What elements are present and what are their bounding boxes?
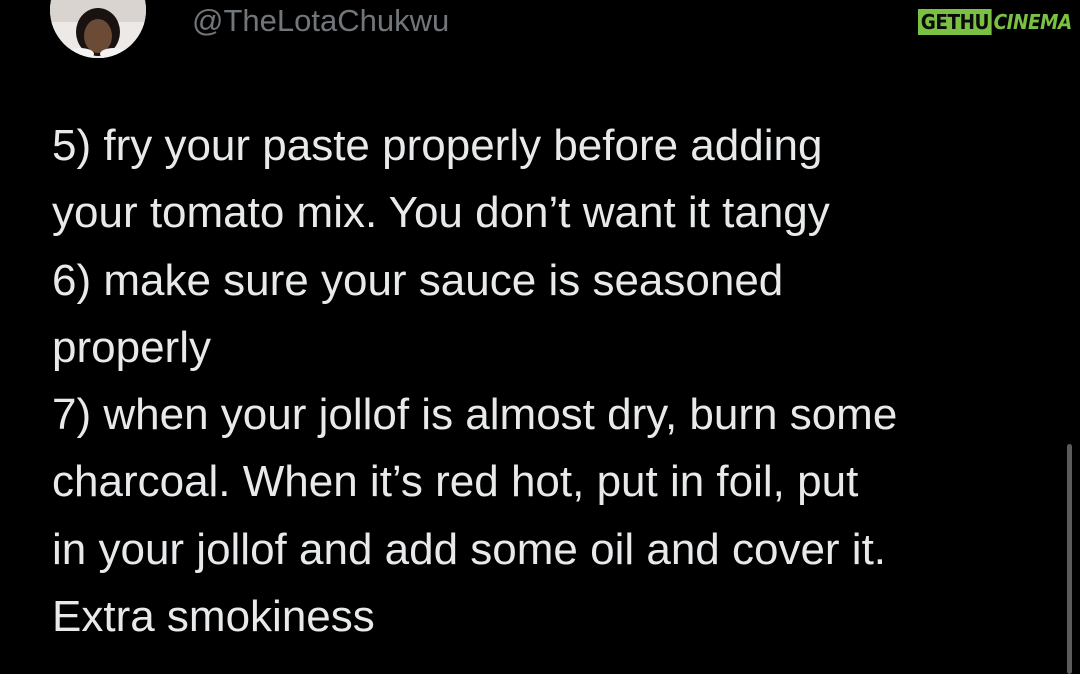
- tweet-line: 6) make sure your sauce is seasoned: [52, 255, 784, 305]
- tweet-line: charcoal. When it’s red hot, put in foil…: [52, 457, 859, 507]
- watermark-part-2: CINEMA: [993, 10, 1073, 34]
- tweet-line: 5) fry your paste properly before adding: [52, 121, 823, 170]
- tweet-line: your tomato mix. You don’t want it tangy: [52, 188, 830, 238]
- avatar[interactable]: [50, 0, 146, 58]
- profile-photo: [50, 0, 146, 58]
- tweet-line: in your jollof and add some oil and cove…: [52, 524, 887, 574]
- scrollbar[interactable]: [1067, 444, 1072, 674]
- watermark-part-1: GETHU: [918, 9, 992, 35]
- tweet-line: Extra smokiness: [52, 592, 375, 642]
- tweet-line: properly: [52, 322, 211, 372]
- watermark-logo: GETHU CINEMA: [918, 8, 1072, 36]
- user-handle[interactable]: @TheLotaChukwu: [192, 1, 449, 41]
- tweet-line: 7) when your jollof is almost dry, burn …: [52, 390, 898, 440]
- tweet-text: 5) fry your paste properly before adding…: [52, 112, 1052, 650]
